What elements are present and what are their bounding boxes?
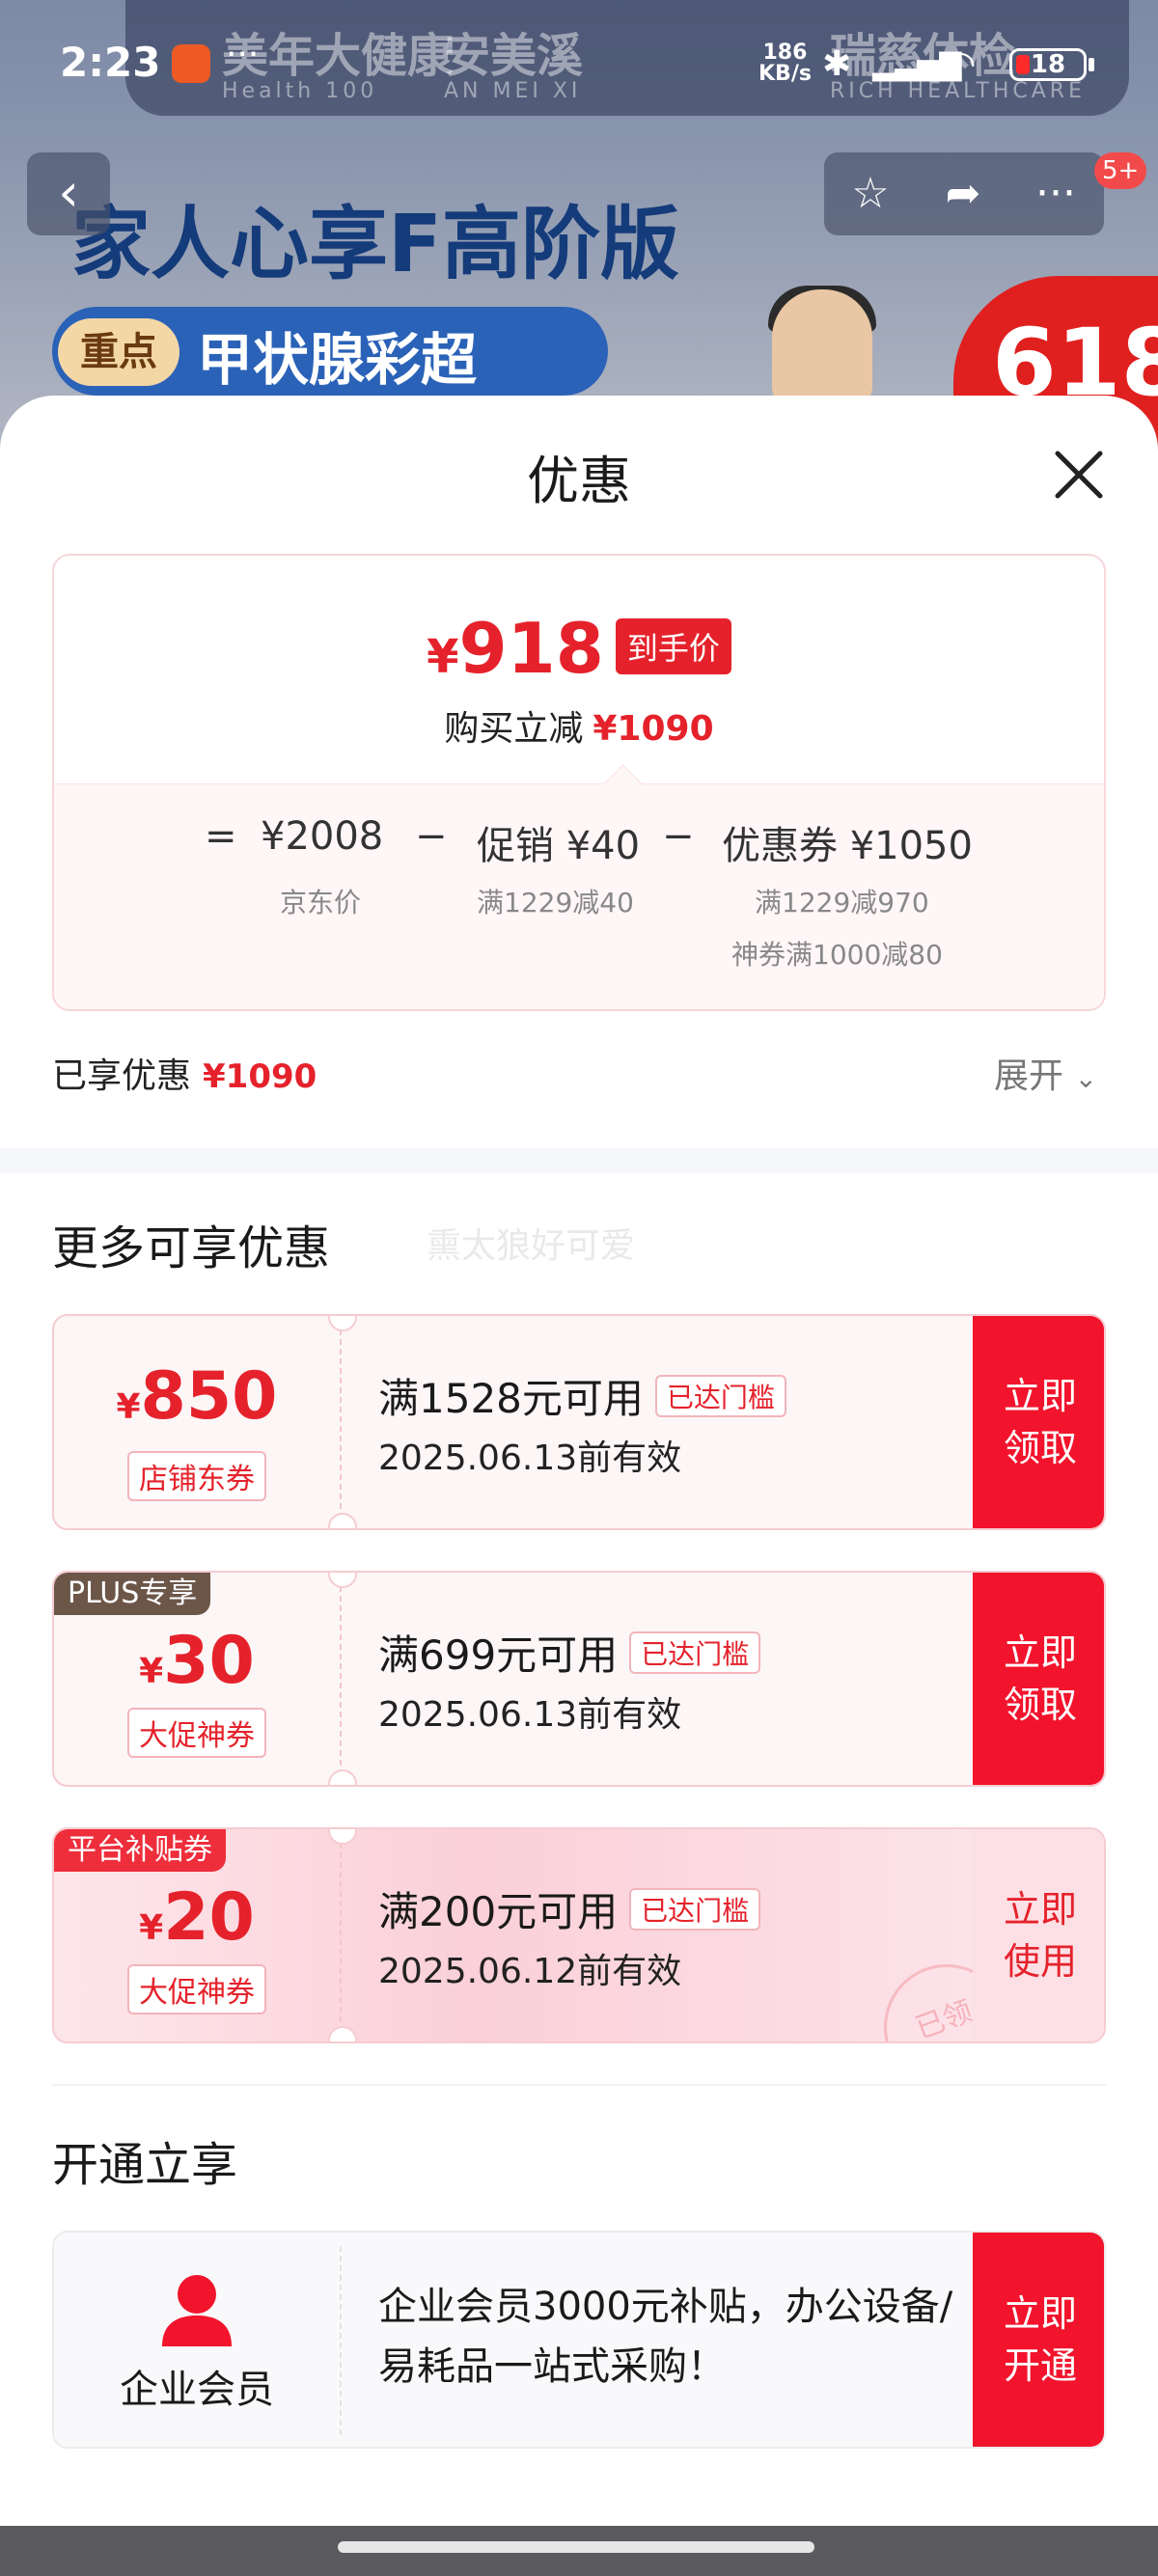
equals-sign: = [205,814,237,859]
net-speed: 186 KB/s [758,41,812,86]
home-indicator[interactable] [338,2541,814,2553]
message-count-badge: 5+ [1094,152,1147,189]
person-icon [162,2275,232,2346]
coupon-amount: ¥20 [139,1879,255,1956]
back-button[interactable]: ‹ [27,152,110,235]
chevron-down-icon: ⌄ [1074,1062,1097,1094]
coupon-type: 大促神券 [127,1708,266,1758]
app-notification-icon [172,44,210,83]
coupon-condition: 满1528元可用 已达门槛 [378,1366,786,1425]
promo-note: 满1229减40 [477,887,634,918]
instant-reduction: 购买立减 ¥1090 [444,709,714,749]
coupon-card: 平台补贴券 ¥20 大促神券 满200元可用 已达门槛 2025.06.12前有效… [52,1827,1106,2043]
status-time: 2:23 [60,39,161,86]
watermark-text: 熏太狼好可爱 [427,1226,636,1266]
more-discounts-title: 更多可享优惠 [52,1221,331,1275]
more-icon[interactable]: ··· [1009,152,1102,235]
banner-title: 家人心享F高阶版 [71,199,680,290]
final-price-tag: 到手价 [615,618,731,674]
coupon-validity: 2025.06.13前有效 [378,1439,682,1478]
minus-sign: − [415,814,448,859]
threshold-reached-badge: 已达门槛 [629,1888,761,1931]
threshold-reached-badge: 已达门槛 [654,1375,786,1417]
coupon-card: ¥850 店铺东券 满1528元可用 已达门槛 2025.06.13前有效 立即 … [52,1314,1106,1530]
saved-discount: 已享优惠 ¥1090 [52,1056,317,1096]
battery-icon: 18 [1009,48,1087,81]
claim-coupon-button[interactable]: 立即 领取 [973,1316,1104,1528]
price-breakdown-card: ¥918 到手价 购买立减 ¥1090 = ¥2008 京东价 − 促销 ¥40 满… [52,554,1106,1011]
banner-key-label: 重点 [58,318,179,386]
activate-membership-button[interactable]: 立即 开通 [973,2233,1104,2447]
threshold-reached-badge: 已达门槛 [629,1631,761,1674]
coupon-discount: 优惠券 ¥1050 [722,824,973,868]
enterprise-member-description: 企业会员3000元补贴，办公设备/易耗品一站式采购！ [378,2285,953,2389]
coupon-validity: 2025.06.12前有效 [378,1952,682,1991]
coupon-note-1: 满1229减970 [755,887,929,918]
expand-button[interactable]: 展开 ⌄ [994,1048,1097,1098]
coupon-note-2: 神券满1000减80 [731,939,943,971]
share-icon[interactable]: ➦ [917,152,1009,235]
coupon-amount: ¥850 [116,1358,278,1435]
final-price: ¥918 到手价 [54,608,1104,689]
more-notifications-icon: ··· [226,35,260,74]
coupon-validity: 2025.06.13前有效 [378,1695,682,1735]
sheet-title: 优惠 [527,451,631,511]
close-icon[interactable] [1048,444,1110,506]
coupon-type: 店铺东券 [127,1451,266,1501]
bluetooth-icon: ✱ [822,44,852,84]
coupon-amount: ¥30 [139,1623,255,1699]
enterprise-member-card: 企业会员 企业会员3000元补贴，办公设备/易耗品一站式采购！ 立即 开通 [52,2231,1106,2449]
open-benefits-title: 开通立享 [52,2138,238,2192]
coupon-type: 大促神券 [127,1964,266,2014]
promo-discount: 促销 ¥40 [477,824,641,868]
platform-subsidy-ribbon: 平台补贴券 [54,1829,226,1872]
favorite-star-icon[interactable]: ☆ [824,152,917,235]
banner-subtitle: 甲状腺彩超 [197,327,478,393]
section-divider-thin [52,2084,1106,2086]
wifi-icon: ◠ [946,44,977,84]
minus-sign-2: − [662,814,695,859]
section-divider [0,1148,1158,1173]
coupon-card: PLUS专享 ¥30 大促神券 满699元可用 已达门槛 2025.06.13前有… [52,1571,1106,1787]
plus-exclusive-ribbon: PLUS专享 [54,1573,211,1615]
coupon-condition: 满200元可用 已达门槛 [378,1879,761,1938]
enterprise-member-label: 企业会员 [120,2368,274,2412]
status-bar: 2:23 ··· 186 KB/s ✱ ▂▃▅▇ ◠ 18 [0,0,1158,125]
claim-coupon-button[interactable]: 立即 领取 [973,1573,1104,1785]
use-coupon-button[interactable]: 立即 使用 [973,1829,1104,2042]
coupon-condition: 满699元可用 已达门槛 [378,1623,761,1682]
jd-price: ¥2008 [261,814,384,859]
jd-price-label: 京东价 [280,887,362,918]
nav-actions: ☆ ➦ ··· [824,152,1104,235]
